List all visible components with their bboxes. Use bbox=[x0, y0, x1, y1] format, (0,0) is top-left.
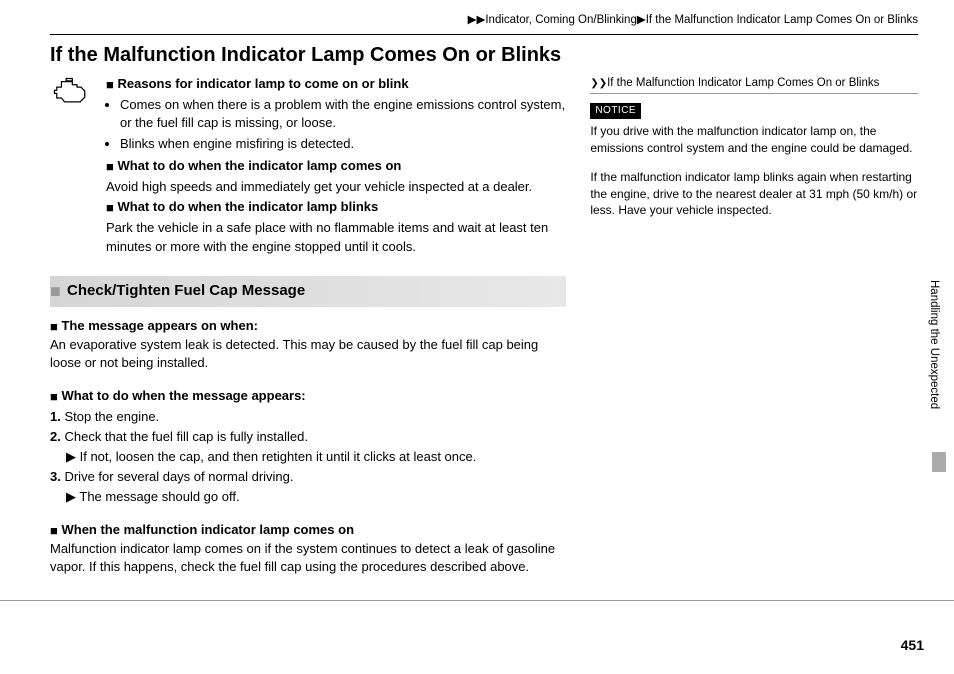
page-number: 451 bbox=[901, 636, 924, 656]
blinks-text: Park the vehicle in a safe place with no… bbox=[106, 219, 566, 255]
reason-item-2: Blinks when engine misfiring is detected… bbox=[120, 135, 566, 153]
reasons-heading: Reasons for indicator lamp to come on or… bbox=[117, 76, 408, 91]
notice-text-2: If the malfunction indicator lamp blinks… bbox=[590, 169, 918, 219]
engine-icon bbox=[50, 77, 90, 105]
step-2: Check that the fuel fill cap is fully in… bbox=[64, 429, 308, 444]
mil-comes-on-heading: When the malfunction indicator lamp come… bbox=[61, 522, 354, 537]
what-to-do-heading: What to do when the message appears: bbox=[61, 388, 305, 403]
blinks-heading: What to do when the indicator lamp blink… bbox=[117, 199, 378, 214]
main-column: ■ Reasons for indicator lamp to come on … bbox=[50, 75, 566, 590]
appears-when-heading: The message appears on when: bbox=[61, 318, 258, 333]
step-3: Drive for several days of normal driving… bbox=[64, 469, 293, 484]
header-rule bbox=[50, 34, 918, 35]
ref-arrow-icon: ❯❯ bbox=[590, 78, 607, 89]
tab-marker bbox=[932, 452, 946, 472]
comes-on-text: Avoid high speeds and immediately get yo… bbox=[106, 178, 566, 196]
breadcrumb: ▶▶Indicator, Coming On/Blinking▶If the M… bbox=[50, 10, 918, 30]
step-2-sub: If not, loosen the cap, and then retight… bbox=[80, 449, 477, 464]
notice-text-1: If you drive with the malfunction indica… bbox=[590, 123, 918, 157]
subsection-title: Check/Tighten Fuel Cap Message bbox=[67, 282, 305, 299]
step-3-sub: The message should go off. bbox=[79, 489, 239, 504]
appears-when-text: An evaporative system leak is detected. … bbox=[50, 337, 538, 370]
page-title: If the Malfunction Indicator Lamp Comes … bbox=[50, 43, 570, 67]
step-1: Stop the engine. bbox=[64, 409, 159, 424]
subsection-header: ■ Check/Tighten Fuel Cap Message bbox=[50, 276, 566, 307]
mil-comes-on-text: Malfunction indicator lamp comes on if t… bbox=[50, 541, 555, 574]
reason-item-1: Comes on when there is a problem with th… bbox=[120, 96, 566, 132]
sidebar-column: ❯❯If the Malfunction Indicator Lamp Come… bbox=[590, 75, 918, 590]
comes-on-heading: What to do when the indicator lamp comes… bbox=[117, 158, 401, 173]
sidebar-ref: If the Malfunction Indicator Lamp Comes … bbox=[607, 77, 879, 89]
section-tab: Handling the Unexpected bbox=[926, 280, 942, 409]
notice-label: NOTICE bbox=[590, 103, 641, 119]
